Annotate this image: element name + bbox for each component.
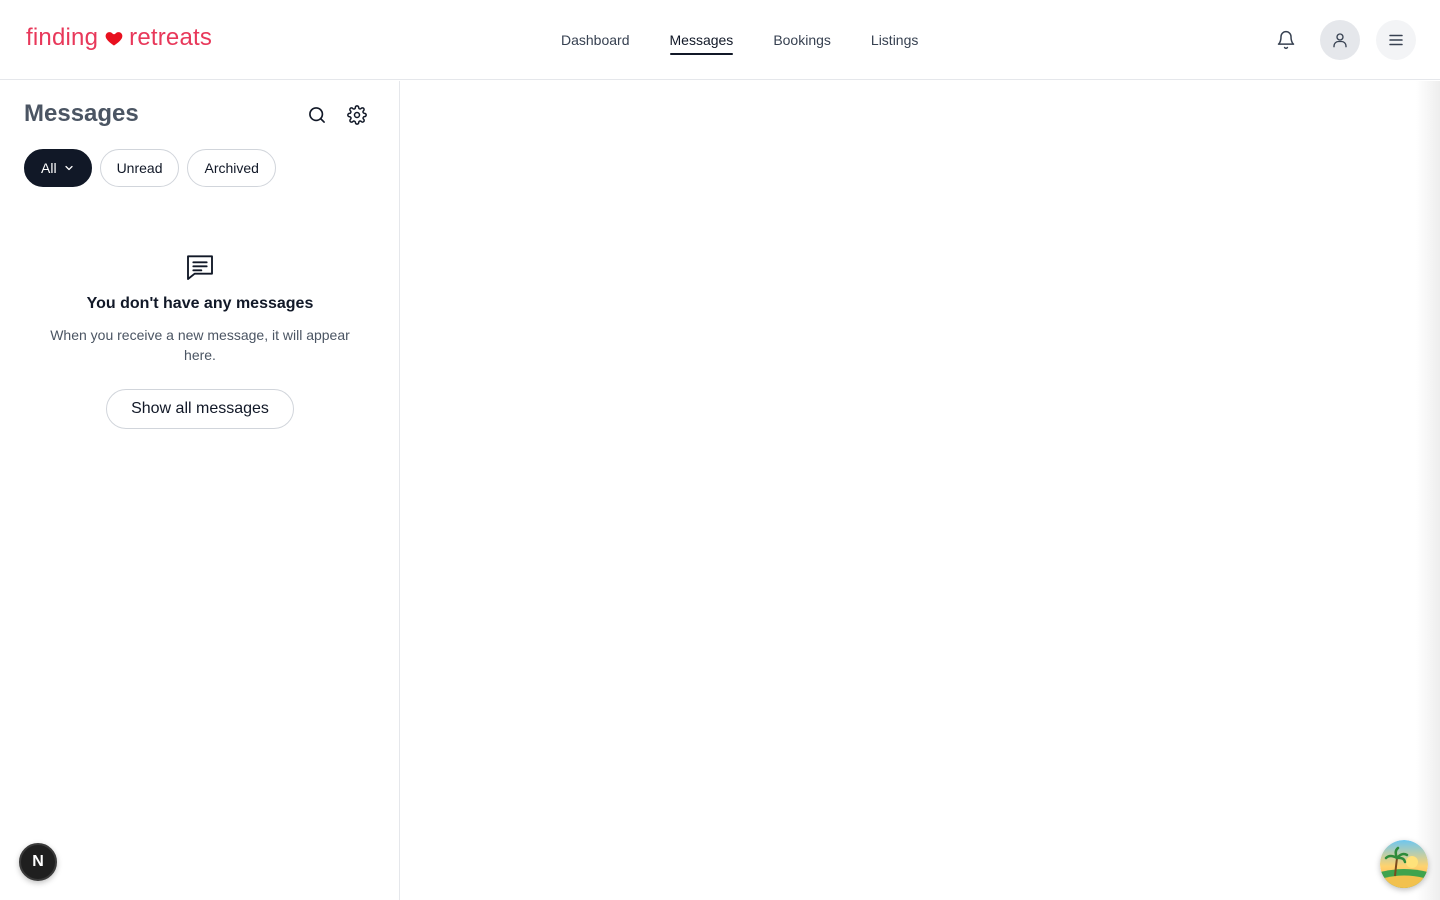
filter-all-label: All [41, 160, 57, 176]
empty-state: You don't have any messages When you rec… [0, 251, 400, 429]
menu-button[interactable] [1376, 20, 1416, 60]
beach-avatar-button[interactable] [1380, 840, 1428, 888]
profile-button[interactable] [1320, 20, 1360, 60]
palm-beach-icon [1380, 840, 1428, 888]
logo-text-right: retreats [129, 24, 213, 51]
chevron-down-icon [64, 165, 73, 171]
menu-icon [1389, 34, 1403, 46]
top-header: finding retreats Dashboard Messages Book… [0, 0, 1440, 80]
nav-messages[interactable]: Messages [669, 0, 733, 80]
filter-unread-label: Unread [116, 160, 163, 176]
notifications-button[interactable] [1266, 20, 1306, 60]
logo-text-left: finding [26, 24, 99, 51]
page-title: Messages [24, 100, 139, 127]
search-button[interactable] [305, 103, 329, 127]
messages-sidebar: Messages All Unread Archived You don't h… [0, 81, 400, 900]
filter-archived[interactable]: Archived [187, 149, 276, 187]
filter-archived-label: Archived [204, 160, 259, 176]
nav-dashboard[interactable]: Dashboard [561, 0, 630, 80]
bell-icon [1277, 30, 1295, 50]
dev-tools-badge[interactable]: N [19, 843, 57, 881]
filter-unread[interactable]: Unread [99, 149, 180, 187]
message-filters: All Unread Archived [24, 149, 276, 187]
empty-state-description: When you receive a new message, it will … [50, 327, 350, 363]
gear-icon [347, 105, 367, 125]
empty-state-title: You don't have any messages [86, 295, 314, 312]
conversation-panel [401, 81, 1440, 900]
main-nav: Dashboard Messages Bookings Listings [561, 0, 918, 80]
user-icon [1333, 33, 1347, 48]
heart-icon [105, 32, 123, 46]
settings-button[interactable] [345, 103, 369, 127]
filter-all[interactable]: All [24, 149, 92, 187]
nav-bookings[interactable]: Bookings [773, 0, 831, 80]
logo[interactable]: finding retreats [26, 24, 212, 52]
search-icon [309, 107, 325, 123]
message-icon [187, 255, 213, 280]
dev-badge-letter: N [32, 853, 44, 870]
nav-listings[interactable]: Listings [871, 0, 918, 80]
panel-edge-shadow [1416, 81, 1440, 900]
show-all-messages-button[interactable]: Show all messages [106, 389, 294, 429]
